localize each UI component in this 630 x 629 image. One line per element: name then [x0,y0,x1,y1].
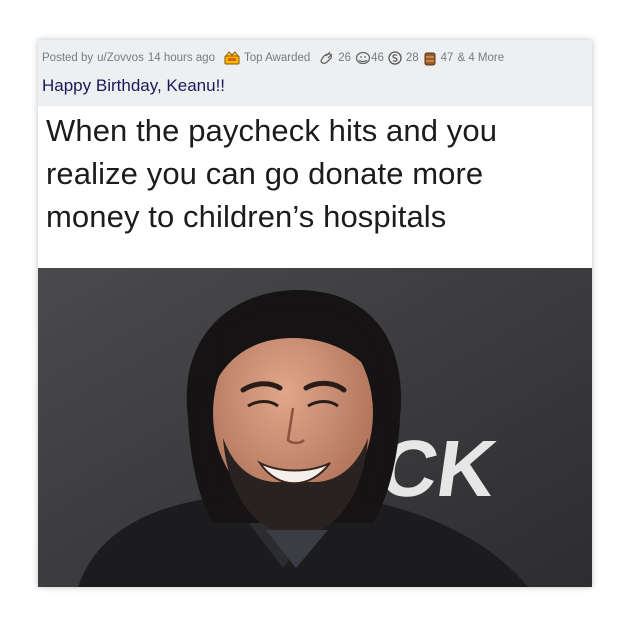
meme-caption: When the paycheck hits and you realize y… [38,106,592,268]
award-count-wholesome: 46 [371,52,384,64]
award-count-silver: 28 [405,52,419,64]
top-awarded-label[interactable]: Top Awarded [244,52,310,64]
award-count-helping-hand: 26 [338,52,352,64]
post-meta: Posted by u/Zovvos 14 hours ago Top Awar… [42,50,504,66]
post-card[interactable]: Posted by u/Zovvos 14 hours ago Top Awar… [38,40,592,587]
post-title[interactable]: Happy Birthday, Keanu!! [42,76,225,96]
caption-line-3: money to children’s hospitals [46,199,447,234]
silver-coin-icon[interactable] [388,51,402,65]
caption-line-2: realize you can go donate more [46,156,484,191]
award-count-bear: 47 [440,52,454,64]
post-header: Posted by u/Zovvos 14 hours ago Top Awar… [38,40,592,106]
post-time[interactable]: 14 hours ago [148,52,215,64]
meme-photo[interactable]: ICK I [38,268,592,587]
author-link[interactable]: u/Zovvos [97,52,144,64]
more-awards-link[interactable]: & 4 More [457,52,504,64]
helping-hand-icon[interactable] [319,51,334,65]
top-awarded-icon [224,51,240,65]
posted-by-label: Posted by [42,52,94,64]
wholesome-icon[interactable] [355,51,371,65]
trophy-bear-icon[interactable] [423,51,437,66]
caption-line-1: When the paycheck hits and you [46,113,498,148]
